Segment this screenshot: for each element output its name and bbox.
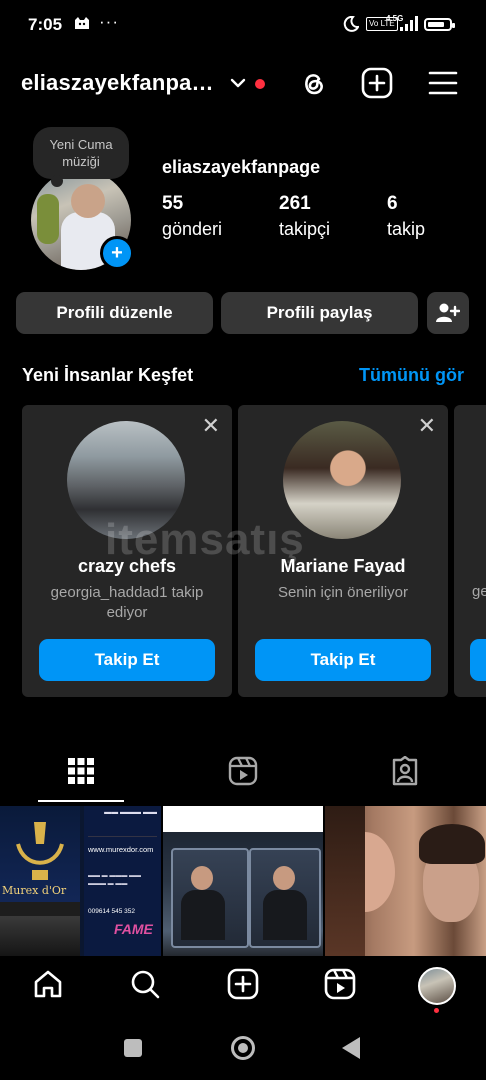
stat-following-value: 6 bbox=[387, 193, 398, 214]
stat-posts[interactable]: 55 gönderi bbox=[162, 193, 222, 241]
nav-create[interactable] bbox=[226, 967, 260, 1001]
stat-following[interactable]: 6 takip bbox=[387, 193, 425, 241]
fame-logo: FAME bbox=[114, 921, 153, 937]
post-thumbnail[interactable] bbox=[325, 806, 486, 956]
tab-tagged[interactable] bbox=[390, 754, 420, 788]
profile-notification-dot bbox=[434, 1008, 439, 1013]
stat-followers-value: 261 bbox=[279, 193, 311, 214]
search-icon bbox=[131, 970, 160, 999]
follow-button[interactable]: Takip Et bbox=[255, 639, 431, 681]
active-tab-indicator bbox=[38, 800, 124, 802]
account-switcher[interactable]: eliaszayekfanpa… bbox=[21, 70, 214, 96]
recents-square-icon[interactable] bbox=[124, 1039, 142, 1057]
status-bar: 7:05 ··· Vo LTE 4.5G bbox=[0, 0, 486, 52]
trophy-icon bbox=[16, 822, 64, 880]
grid-icon bbox=[68, 758, 94, 784]
follow-button[interactable] bbox=[470, 639, 486, 681]
tab-grid[interactable] bbox=[66, 754, 96, 788]
reels-icon bbox=[228, 756, 258, 786]
edit-profile-button[interactable]: Profili düzenle bbox=[16, 292, 213, 334]
share-profile-button[interactable]: Profili paylaş bbox=[221, 292, 418, 334]
dismiss-close-icon[interactable]: ✕ bbox=[418, 415, 436, 437]
discover-people-button[interactable] bbox=[427, 292, 469, 334]
home-circle-icon[interactable] bbox=[231, 1036, 255, 1060]
post-portrait bbox=[0, 916, 80, 956]
stat-posts-value: 55 bbox=[162, 193, 184, 214]
suggestion-subtitle: Senin için öneriliyor bbox=[277, 584, 409, 601]
notification-dot bbox=[255, 79, 265, 89]
nav-home[interactable] bbox=[31, 967, 65, 1001]
post-thumbnail[interactable] bbox=[163, 806, 323, 956]
suggestion-subtitle: georgia_haddad1 takip ediyor bbox=[50, 584, 204, 621]
dismiss-close-icon[interactable]: ✕ bbox=[202, 415, 220, 437]
post-image-left: Murex d'Or bbox=[0, 806, 80, 916]
post-site-url: www.murexdor.com bbox=[88, 845, 154, 854]
follow-button[interactable]: Takip Et bbox=[39, 639, 215, 681]
post-thumbnail[interactable]: Murex d'Or ▬▬ ▬▬▬ ▬▬ www.murexdor.com ▬▬… bbox=[0, 806, 161, 956]
post-phone: 009614 545 352 bbox=[88, 908, 135, 915]
profile-note-bubble[interactable]: Yeni Cuma müziği bbox=[33, 127, 129, 187]
add-story-plus-icon[interactable]: + bbox=[100, 236, 134, 270]
create-plus-icon[interactable] bbox=[360, 66, 394, 100]
reels-icon bbox=[324, 968, 356, 1000]
see-all-link[interactable]: Tümünü gör bbox=[359, 365, 464, 386]
status-time: 7:05 bbox=[28, 15, 63, 34]
dnd-moon-icon bbox=[343, 16, 359, 32]
nav-reels[interactable] bbox=[323, 967, 357, 1001]
stat-followers-label: takipçi bbox=[279, 219, 331, 239]
battery-icon bbox=[424, 18, 455, 31]
murex-brand: Murex d'Or bbox=[2, 884, 67, 897]
tagged-icon bbox=[392, 756, 418, 786]
suggestion-card-partial[interactable]: geo bbox=[454, 405, 486, 697]
stat-posts-label: gönderi bbox=[162, 219, 223, 239]
more-notifications-icon: ··· bbox=[99, 12, 119, 31]
watermark: itemsatış bbox=[105, 515, 305, 564]
add-person-icon bbox=[436, 303, 460, 322]
tab-reels[interactable] bbox=[228, 754, 258, 788]
signal-icon bbox=[400, 16, 418, 31]
menu-icon[interactable] bbox=[426, 66, 460, 100]
discover-title: Yeni İnsanlar Keşfet bbox=[22, 365, 194, 385]
profile-name: eliaszayekfanpage bbox=[162, 157, 321, 177]
nav-search[interactable] bbox=[128, 967, 162, 1001]
app-notification-icon bbox=[75, 17, 89, 29]
stat-following-label: takip bbox=[387, 219, 426, 239]
back-triangle-icon[interactable] bbox=[342, 1037, 360, 1059]
threads-icon[interactable] bbox=[296, 66, 330, 100]
home-icon bbox=[34, 970, 62, 998]
stat-followers[interactable]: 261 takipçi bbox=[279, 193, 330, 241]
chevron-down-icon[interactable] bbox=[229, 74, 247, 92]
suggestion-subtitle: geo bbox=[472, 583, 486, 600]
post-text-panel: ▬▬ ▬▬▬ ▬▬ www.murexdor.com ▬▬ ▬ ▬▬▬ ▬▬ ▬▬… bbox=[84, 806, 161, 956]
nav-profile-avatar[interactable] bbox=[418, 967, 456, 1005]
create-icon bbox=[227, 968, 259, 1000]
